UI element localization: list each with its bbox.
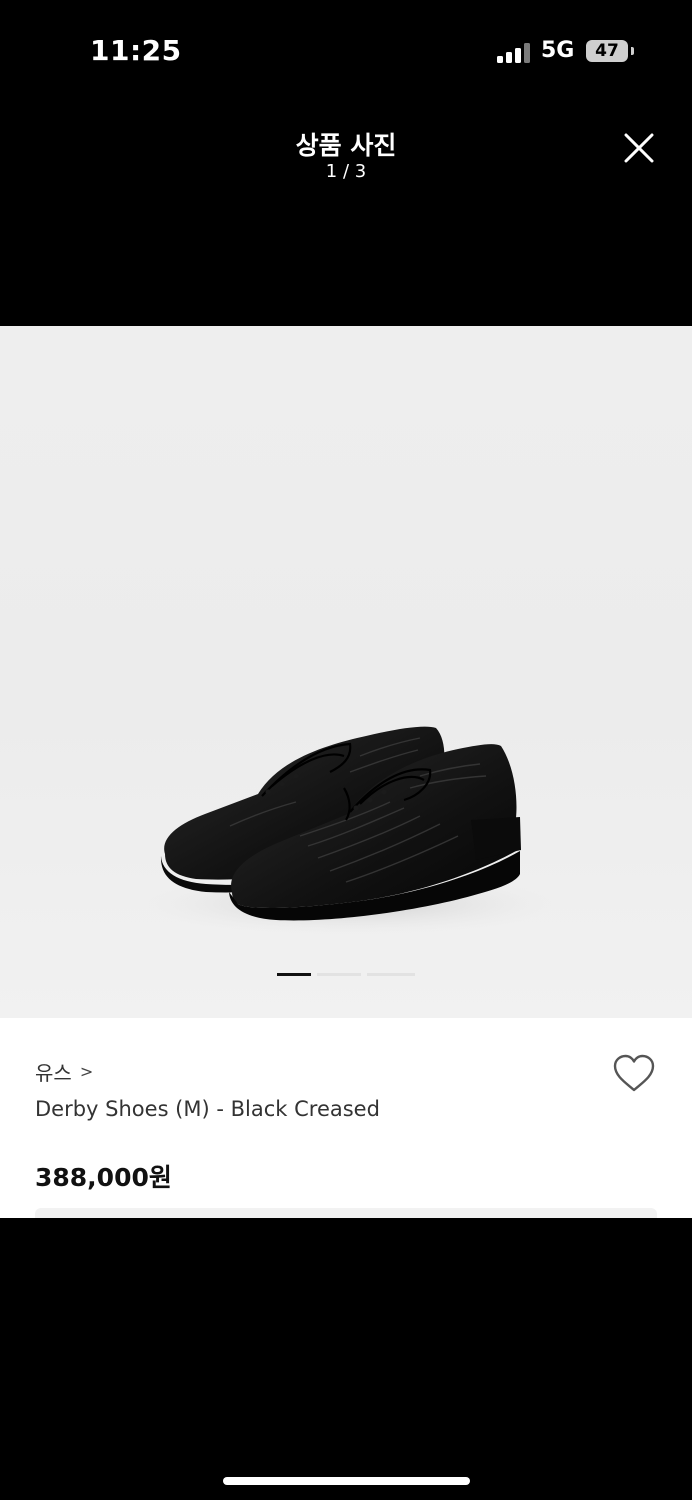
favorite-button[interactable]	[612, 1053, 656, 1093]
signal-strength-icon	[497, 43, 531, 63]
home-indicator[interactable]	[223, 1477, 470, 1485]
derby-shoes-image	[140, 726, 560, 934]
product-photo[interactable]	[0, 326, 692, 1018]
product-price: 388,000원	[35, 1163, 172, 1192]
carousel-dot-active	[277, 973, 311, 976]
close-icon	[624, 133, 654, 163]
viewer-title: 상품 사진	[295, 131, 397, 160]
carousel-dot	[317, 973, 361, 976]
chevron-right-icon: >	[79, 1062, 94, 1081]
heart-outline-icon	[613, 1054, 655, 1092]
brand-link[interactable]: 유스 >	[35, 1057, 93, 1086]
battery-level: 47	[595, 41, 619, 61]
panel-divider	[35, 1208, 657, 1218]
close-button[interactable]	[618, 127, 660, 169]
battery-tip	[631, 47, 634, 55]
product-name: Derby Shoes (M) - Black Creased	[35, 1097, 380, 1121]
network-type: 5G	[541, 38, 575, 63]
brand-name: 유스	[35, 1061, 72, 1085]
status-bar: 11:25 5G 47	[0, 0, 692, 100]
status-time: 11:25	[90, 34, 182, 67]
carousel-indicator	[277, 973, 417, 976]
battery-icon: 47	[586, 40, 628, 62]
image-counter: 1 / 3	[325, 161, 367, 182]
carousel-dot	[367, 973, 415, 976]
